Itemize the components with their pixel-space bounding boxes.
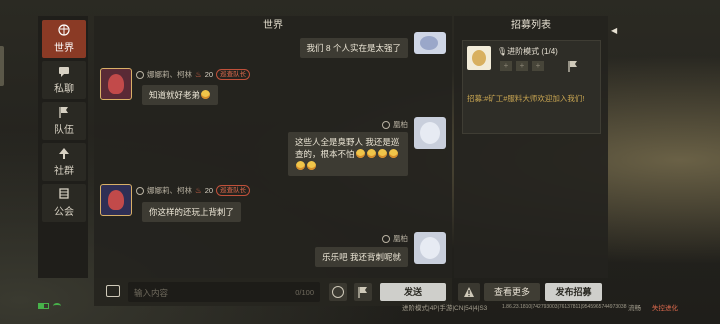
chat-input[interactable]: 输入内容 0/100 xyxy=(128,282,320,302)
sender-name: 娜娜莉、柯林 xyxy=(147,70,192,79)
laugh-emoji-icon xyxy=(388,149,398,158)
mode-status: 进阶模式|4P|手游|CN|54|4|S3 xyxy=(402,305,488,312)
sender-name: 凰柏 xyxy=(393,120,408,129)
avatar xyxy=(467,46,491,70)
chat-message: 乐乐吧 我还背刺呢就 xyxy=(315,247,408,267)
empty-slot[interactable]: + xyxy=(516,61,528,71)
wifi-icon xyxy=(53,303,61,309)
flag-icon xyxy=(358,287,367,298)
flag-icon xyxy=(568,61,577,72)
data-label: 流畅 xyxy=(628,305,641,312)
recruit-title: 招募列表 xyxy=(511,20,551,31)
laugh-emoji-icon xyxy=(355,149,365,158)
mode-text: 进阶模式 (1/4) xyxy=(507,47,558,56)
chat-bubble-icon xyxy=(59,67,69,77)
sender-line: 娜娜莉、柯林 ♨ 20 巡查队长 xyxy=(136,69,251,80)
warning-icon xyxy=(464,287,474,297)
recruit-card[interactable]: 🎙进阶模式 (1/4) + + + 招募:#矿工#服料大师欢迎加入我们! xyxy=(462,40,601,134)
smiley-icon xyxy=(332,286,344,298)
gear-icon xyxy=(136,186,144,195)
nav-item-label: 队伍 xyxy=(54,125,74,136)
smiley-button[interactable] xyxy=(329,283,347,301)
chat-title: 世界 xyxy=(263,20,283,31)
laugh-emoji-icon xyxy=(366,149,376,158)
chat-message: 我们 8 个人实在是太强了 xyxy=(299,38,408,58)
nav-item-world[interactable]: 世界 xyxy=(42,20,86,58)
chat-panel: 世界 我们 8 个人实在是太强了 娜娜莉、柯林 ♨ 20 巡查队长 知道就好老弟… xyxy=(94,16,452,278)
send-button[interactable]: 发送 xyxy=(380,283,446,301)
nav-item-team[interactable]: 队伍 xyxy=(42,102,86,140)
title-tag: 巡查队长 xyxy=(216,185,251,196)
flame-icon: ♨ xyxy=(195,70,202,79)
flame-icon: ♨ xyxy=(195,186,202,195)
nav-item-label: 社群 xyxy=(54,166,74,177)
laugh-emoji-icon xyxy=(307,161,316,170)
battery-icon xyxy=(38,303,49,309)
input-placeholder: 输入内容 xyxy=(134,288,169,298)
tree-icon xyxy=(59,148,69,159)
sender-line: 娜娜莉、柯林 ♨ 20 巡查队长 xyxy=(136,185,251,196)
nav-item-private[interactable]: 私聊 xyxy=(42,61,86,99)
recruit-message: 招募:#矿工#服料大师欢迎加入我们! xyxy=(467,94,585,103)
flag-button[interactable] xyxy=(354,283,372,301)
mode-line: 🎙进阶模式 (1/4) xyxy=(497,46,558,57)
level-badge: 20 xyxy=(204,70,214,79)
nav-item-label: 世界 xyxy=(54,43,74,54)
banner-icon xyxy=(59,188,69,199)
flag-icon xyxy=(59,107,68,118)
gear-icon xyxy=(382,120,390,129)
gear-icon xyxy=(382,234,390,243)
sender-line: 凰柏 xyxy=(382,233,408,244)
level-badge: 20 xyxy=(204,186,214,195)
emoji-keyboard-icon[interactable] xyxy=(106,285,120,297)
title-tag: 巡查队长 xyxy=(216,69,251,80)
grin-emoji-icon xyxy=(201,90,211,99)
empty-slot[interactable]: + xyxy=(500,61,512,71)
message-text: 知道就好老弟 xyxy=(149,90,201,100)
sender-name: 娜娜莉、柯林 xyxy=(147,186,192,195)
recruit-panel: 招募列表 🎙进阶模式 (1/4) + + + 招募:#矿工#服料大师欢迎加入我们… xyxy=(454,16,608,278)
sender-name: 凰柏 xyxy=(393,234,408,243)
warning-button[interactable] xyxy=(458,283,480,301)
chat-message: 知道就好老弟 xyxy=(142,85,219,105)
input-bar: 输入内容 0/100 发送 xyxy=(94,278,452,306)
globe-icon xyxy=(58,24,70,36)
gear-icon xyxy=(136,70,144,79)
laugh-emoji-icon xyxy=(377,149,387,158)
view-more-button[interactable]: 查看更多 xyxy=(484,283,540,301)
avatar[interactable] xyxy=(100,184,132,216)
avatar[interactable] xyxy=(414,117,446,149)
brand-logo: 失控进化 xyxy=(652,305,678,312)
version-text: 1.86.23.1810|742793003|76137811|95459657… xyxy=(502,304,627,310)
edge-handle[interactable] xyxy=(0,46,4,86)
chat-message: 你这样的还玩上背刺了 xyxy=(142,202,242,222)
chat-message: 这些人全是臭野人 我还是巡查的，根本不怕 xyxy=(288,132,408,176)
avatar[interactable] xyxy=(414,232,446,264)
avatar[interactable] xyxy=(414,32,446,54)
empty-slot[interactable]: + xyxy=(532,61,544,71)
mic-icon: 🎙 xyxy=(497,47,508,56)
collapse-arrow-icon[interactable]: ◀ xyxy=(611,26,617,35)
channel-nav: 世界 私聊 队伍 社群 公会 xyxy=(38,16,88,278)
nav-item-guild[interactable]: 公会 xyxy=(42,184,86,222)
sender-line: 凰柏 xyxy=(382,119,408,130)
publish-recruit-button[interactable]: 发布招募 xyxy=(545,283,602,301)
avatar[interactable] xyxy=(100,68,132,100)
char-count: 0/100 xyxy=(295,288,314,297)
laugh-emoji-icon xyxy=(296,161,305,170)
nav-item-label: 私聊 xyxy=(54,84,74,95)
nav-item-community[interactable]: 社群 xyxy=(42,143,86,181)
nav-item-label: 公会 xyxy=(54,207,74,218)
